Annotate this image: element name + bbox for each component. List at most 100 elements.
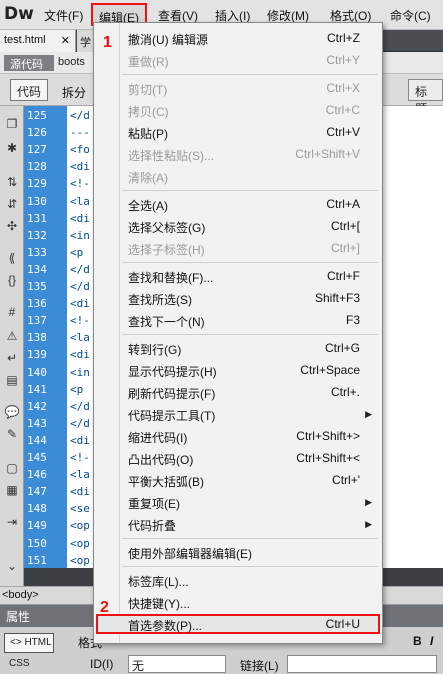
related-file-link[interactable]: boots	[58, 56, 85, 68]
menu-item[interactable]: 显示代码提示(H)	[128, 363, 217, 380]
line-number: 125	[27, 109, 47, 122]
code-view-button[interactable]: 代码	[10, 79, 49, 101]
collapse-tag-icon[interactable]: ⇅	[4, 174, 20, 190]
menu-item[interactable]: 选择子标签(H)	[128, 241, 205, 258]
css-mode-button[interactable]: CSS	[4, 656, 54, 674]
select-parent-tag-icon[interactable]: ⟪	[4, 250, 20, 266]
syntax-coloring-icon[interactable]: ▤	[4, 372, 20, 388]
menu-item[interactable]: 代码提示工具(T)	[128, 407, 215, 424]
step-2-marker: 2	[100, 599, 109, 616]
code-line: <!-	[70, 177, 90, 191]
indent-icon[interactable]: ⇥	[4, 514, 20, 530]
split-view-button[interactable]: 拆分	[62, 84, 86, 101]
menu-item[interactable]: 重复项(E)	[128, 495, 180, 512]
menu-shortcut: F3	[345, 313, 360, 327]
menu-commands[interactable]: 命令(C)	[390, 7, 431, 24]
code-line: </d	[70, 280, 90, 293]
code-line: <di	[70, 348, 90, 362]
html-mode-button[interactable]: <> HTML	[4, 633, 54, 653]
menu-item[interactable]: 拷贝(C)	[128, 103, 169, 120]
line-number: 127	[27, 143, 47, 157]
line-number: 138	[27, 331, 47, 345]
properties-title: 属性	[6, 610, 31, 624]
code-line: <op	[70, 519, 90, 533]
remove-comment-icon[interactable]: ✎	[4, 426, 20, 442]
menu-item[interactable]: 使用外部编辑器编辑(E)	[128, 545, 252, 562]
balance-braces-icon[interactable]: {}	[4, 272, 20, 288]
menu-item[interactable]: 标签库(L)...	[128, 573, 189, 590]
menu-file[interactable]: 文件(F)	[44, 7, 83, 24]
menu-shortcut: Ctrl+X	[326, 81, 360, 95]
menu-item[interactable]: 粘贴(P)	[128, 125, 168, 142]
tab-test-html[interactable]: test.html ✕	[0, 30, 76, 52]
line-number: 143	[27, 416, 47, 430]
expand-all-icon[interactable]: ✣	[4, 218, 20, 234]
submenu-arrow-icon: ▶	[365, 497, 372, 507]
menu-shortcut: Ctrl+U	[325, 617, 360, 631]
menu-item[interactable]: 代码折叠	[128, 517, 176, 534]
line-number: 144	[27, 433, 47, 447]
menu-item[interactable]: 快捷键(Y)...	[128, 595, 190, 612]
menu-item[interactable]: 撤消(U) 编辑源	[128, 31, 208, 48]
line-number-gutter: 125 126 127 128 129 130 131 132 133 134 135 136 137 1…	[24, 106, 67, 568]
menu-item[interactable]: 平衡大括弧(B)	[128, 473, 204, 490]
wrap-tag-icon[interactable]: ▢	[4, 460, 20, 476]
menu-item[interactable]: 查找所选(S)	[128, 291, 192, 308]
code-line: ---	[70, 126, 90, 140]
code-line: <di	[70, 160, 90, 174]
code-line: </d	[70, 109, 90, 122]
link-input[interactable]	[287, 655, 437, 673]
title-field-label[interactable]: 标题	[408, 79, 443, 116]
line-number: 132	[27, 228, 47, 242]
id-select[interactable]: 无	[128, 655, 226, 673]
code-line: <op	[70, 553, 90, 567]
menu-item[interactable]: 查找下一个(N)	[128, 313, 205, 330]
menu-item[interactable]: 缩进代码(I)	[128, 429, 187, 446]
menu-item[interactable]: 重做(R)	[128, 53, 169, 70]
code-line: <p	[70, 382, 90, 396]
code-line: <!-	[70, 314, 90, 328]
menu-separator	[122, 566, 378, 567]
menu-item[interactable]: 转到行(G)	[128, 341, 181, 358]
word-wrap-icon[interactable]: ↵	[4, 350, 20, 366]
menu-icon-column	[94, 23, 120, 643]
close-icon[interactable]: ✕	[61, 34, 70, 47]
code-line: <di	[70, 211, 90, 225]
line-number: 130	[27, 194, 47, 208]
more-tools-icon[interactable]: ⌄	[4, 558, 20, 574]
italic-button[interactable]: I	[430, 634, 433, 648]
code-line: </d	[70, 399, 90, 413]
line-numbers-icon[interactable]: #	[4, 304, 20, 320]
code-line: <la	[70, 331, 90, 345]
menu-item[interactable]: 全选(A)	[128, 197, 168, 214]
line-number: 141	[27, 382, 47, 396]
menu-item[interactable]: 刷新代码提示(F)	[128, 385, 215, 402]
menu-shortcut: Ctrl+]	[330, 241, 360, 255]
recent-snippets-icon[interactable]: ▦	[4, 482, 20, 498]
highlight-invalid-icon[interactable]: ⚠	[4, 328, 20, 344]
tab-label: test.html	[4, 34, 46, 46]
collapse-selection-icon[interactable]: ⇵	[4, 196, 20, 212]
menu-item[interactable]: 选择父标签(G)	[128, 219, 205, 236]
line-number: 147	[27, 485, 47, 499]
apply-comment-icon[interactable]: 💬	[4, 404, 20, 420]
line-number: 145	[27, 451, 47, 464]
source-code-button[interactable]: 源代码	[4, 55, 54, 71]
code-line: <se	[70, 502, 90, 516]
menu-item[interactable]: 剪切(T)	[128, 81, 167, 98]
code-line: <in	[70, 365, 90, 379]
code-line: <di	[70, 485, 90, 499]
menu-item[interactable]: 选择性粘贴(S)...	[128, 147, 214, 164]
menu-item[interactable]: 凸出代码(O)	[128, 451, 193, 468]
bold-button[interactable]: B	[413, 634, 422, 648]
open-documents-icon[interactable]: ❐	[4, 116, 20, 132]
show-code-navigator-icon[interactable]: ✱	[4, 140, 20, 156]
code-line: <in	[70, 228, 90, 242]
menu-item[interactable]: 清除(A)	[128, 169, 168, 186]
code-line: </d	[70, 416, 90, 430]
code-line: <op	[70, 536, 90, 550]
edit-menu-dropdown: 撤消(U) 编辑源 Ctrl+Z 重做(R) Ctrl+Y 剪切(T) Ctrl+X 拷贝(…	[93, 22, 383, 644]
menu-item[interactable]: 首选参数(P)...	[128, 617, 202, 634]
menu-item[interactable]: 查找和替换(F)...	[128, 269, 213, 286]
line-number: 134	[27, 262, 47, 276]
